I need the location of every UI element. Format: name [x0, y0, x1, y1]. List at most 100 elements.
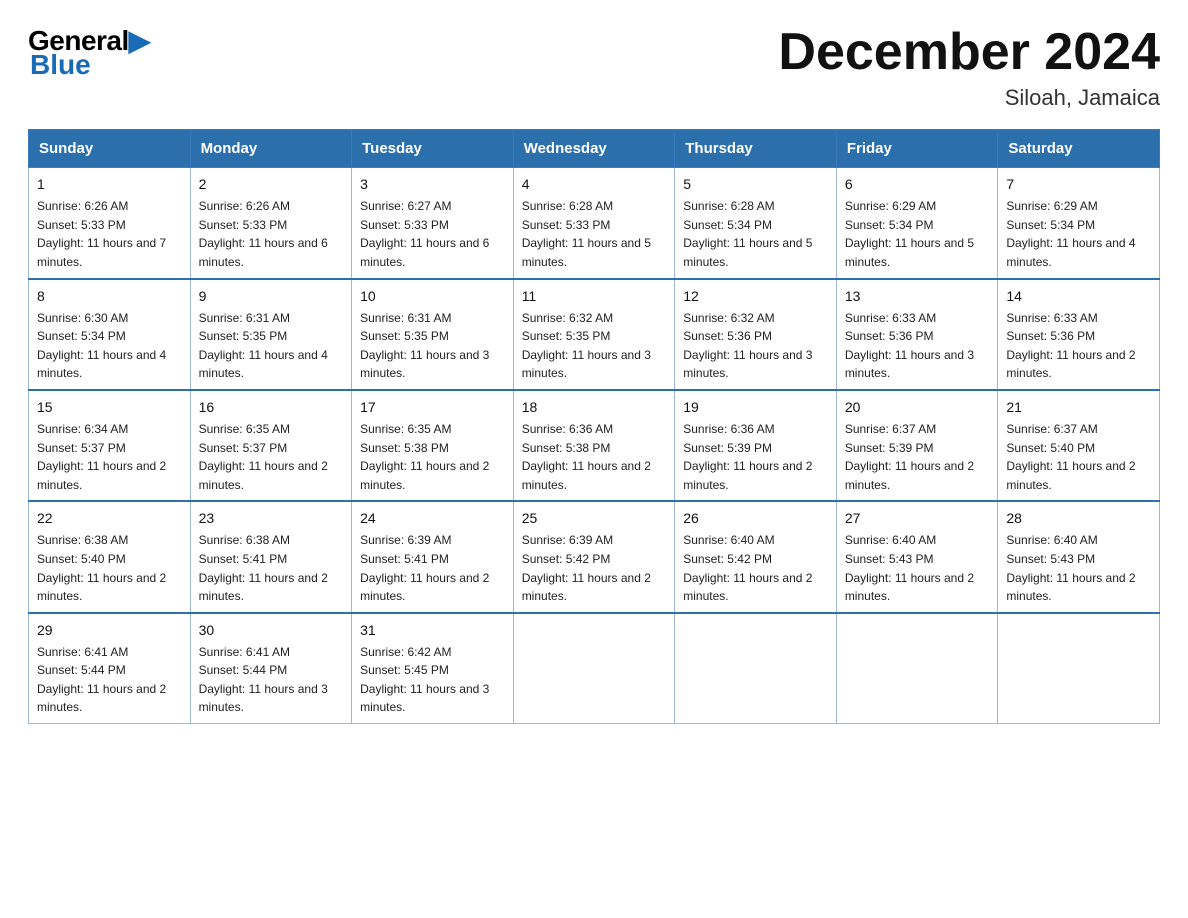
- day-number: 4: [522, 174, 667, 195]
- day-info: Sunrise: 6:37 AMSunset: 5:40 PMDaylight:…: [1006, 420, 1151, 494]
- table-row: 31Sunrise: 6:42 AMSunset: 5:45 PMDayligh…: [352, 613, 514, 724]
- title-area: December 2024 Siloah, Jamaica: [778, 24, 1160, 111]
- day-number: 7: [1006, 174, 1151, 195]
- day-info: Sunrise: 6:29 AMSunset: 5:34 PMDaylight:…: [1006, 197, 1151, 271]
- day-info: Sunrise: 6:27 AMSunset: 5:33 PMDaylight:…: [360, 197, 505, 271]
- table-row: 18Sunrise: 6:36 AMSunset: 5:38 PMDayligh…: [513, 390, 675, 501]
- table-row: 20Sunrise: 6:37 AMSunset: 5:39 PMDayligh…: [836, 390, 998, 501]
- day-info: Sunrise: 6:31 AMSunset: 5:35 PMDaylight:…: [199, 309, 344, 383]
- calendar-header-row: Sunday Monday Tuesday Wednesday Thursday…: [29, 130, 1160, 168]
- calendar-week-row: 15Sunrise: 6:34 AMSunset: 5:37 PMDayligh…: [29, 390, 1160, 501]
- day-info: Sunrise: 6:33 AMSunset: 5:36 PMDaylight:…: [845, 309, 990, 383]
- day-number: 12: [683, 286, 828, 307]
- day-number: 8: [37, 286, 182, 307]
- day-number: 27: [845, 508, 990, 529]
- day-number: 25: [522, 508, 667, 529]
- table-row: 25Sunrise: 6:39 AMSunset: 5:42 PMDayligh…: [513, 501, 675, 612]
- day-info: Sunrise: 6:41 AMSunset: 5:44 PMDaylight:…: [199, 643, 344, 717]
- day-number: 1: [37, 174, 182, 195]
- table-row: 3Sunrise: 6:27 AMSunset: 5:33 PMDaylight…: [352, 168, 514, 279]
- day-info: Sunrise: 6:40 AMSunset: 5:43 PMDaylight:…: [845, 531, 990, 605]
- col-monday: Monday: [190, 130, 352, 168]
- table-row: [675, 613, 837, 724]
- day-number: 13: [845, 286, 990, 307]
- day-number: 22: [37, 508, 182, 529]
- day-number: 2: [199, 174, 344, 195]
- day-number: 30: [199, 620, 344, 641]
- table-row: 27Sunrise: 6:40 AMSunset: 5:43 PMDayligh…: [836, 501, 998, 612]
- day-info: Sunrise: 6:40 AMSunset: 5:43 PMDaylight:…: [1006, 531, 1151, 605]
- table-row: 26Sunrise: 6:40 AMSunset: 5:42 PMDayligh…: [675, 501, 837, 612]
- table-row: 8Sunrise: 6:30 AMSunset: 5:34 PMDaylight…: [29, 279, 191, 390]
- day-number: 19: [683, 397, 828, 418]
- day-info: Sunrise: 6:39 AMSunset: 5:42 PMDaylight:…: [522, 531, 667, 605]
- table-row: [836, 613, 998, 724]
- day-info: Sunrise: 6:26 AMSunset: 5:33 PMDaylight:…: [37, 197, 182, 271]
- day-info: Sunrise: 6:36 AMSunset: 5:38 PMDaylight:…: [522, 420, 667, 494]
- calendar-title: December 2024: [778, 24, 1160, 81]
- table-row: 21Sunrise: 6:37 AMSunset: 5:40 PMDayligh…: [998, 390, 1160, 501]
- table-row: 11Sunrise: 6:32 AMSunset: 5:35 PMDayligh…: [513, 279, 675, 390]
- table-row: 12Sunrise: 6:32 AMSunset: 5:36 PMDayligh…: [675, 279, 837, 390]
- table-row: 28Sunrise: 6:40 AMSunset: 5:43 PMDayligh…: [998, 501, 1160, 612]
- day-number: 18: [522, 397, 667, 418]
- day-number: 5: [683, 174, 828, 195]
- day-number: 6: [845, 174, 990, 195]
- day-info: Sunrise: 6:39 AMSunset: 5:41 PMDaylight:…: [360, 531, 505, 605]
- header: General ▶ Blue December 2024 Siloah, Jam…: [28, 24, 1160, 111]
- day-info: Sunrise: 6:29 AMSunset: 5:34 PMDaylight:…: [845, 197, 990, 271]
- day-number: 15: [37, 397, 182, 418]
- day-info: Sunrise: 6:32 AMSunset: 5:36 PMDaylight:…: [683, 309, 828, 383]
- table-row: 30Sunrise: 6:41 AMSunset: 5:44 PMDayligh…: [190, 613, 352, 724]
- day-number: 17: [360, 397, 505, 418]
- table-row: 29Sunrise: 6:41 AMSunset: 5:44 PMDayligh…: [29, 613, 191, 724]
- day-number: 21: [1006, 397, 1151, 418]
- table-row: 23Sunrise: 6:38 AMSunset: 5:41 PMDayligh…: [190, 501, 352, 612]
- calendar-week-row: 1Sunrise: 6:26 AMSunset: 5:33 PMDaylight…: [29, 168, 1160, 279]
- day-number: 9: [199, 286, 344, 307]
- table-row: 7Sunrise: 6:29 AMSunset: 5:34 PMDaylight…: [998, 168, 1160, 279]
- calendar-subtitle: Siloah, Jamaica: [778, 85, 1160, 111]
- day-info: Sunrise: 6:30 AMSunset: 5:34 PMDaylight:…: [37, 309, 182, 383]
- table-row: 4Sunrise: 6:28 AMSunset: 5:33 PMDaylight…: [513, 168, 675, 279]
- day-number: 14: [1006, 286, 1151, 307]
- day-number: 20: [845, 397, 990, 418]
- calendar-week-row: 8Sunrise: 6:30 AMSunset: 5:34 PMDaylight…: [29, 279, 1160, 390]
- day-number: 11: [522, 286, 667, 307]
- logo-sub-text: Blue: [30, 49, 91, 81]
- day-info: Sunrise: 6:33 AMSunset: 5:36 PMDaylight:…: [1006, 309, 1151, 383]
- table-row: 1Sunrise: 6:26 AMSunset: 5:33 PMDaylight…: [29, 168, 191, 279]
- day-info: Sunrise: 6:36 AMSunset: 5:39 PMDaylight:…: [683, 420, 828, 494]
- col-sunday: Sunday: [29, 130, 191, 168]
- day-number: 10: [360, 286, 505, 307]
- day-number: 29: [37, 620, 182, 641]
- day-info: Sunrise: 6:31 AMSunset: 5:35 PMDaylight:…: [360, 309, 505, 383]
- col-friday: Friday: [836, 130, 998, 168]
- day-number: 26: [683, 508, 828, 529]
- day-info: Sunrise: 6:41 AMSunset: 5:44 PMDaylight:…: [37, 643, 182, 717]
- day-info: Sunrise: 6:37 AMSunset: 5:39 PMDaylight:…: [845, 420, 990, 494]
- col-wednesday: Wednesday: [513, 130, 675, 168]
- day-info: Sunrise: 6:28 AMSunset: 5:33 PMDaylight:…: [522, 197, 667, 271]
- table-row: 24Sunrise: 6:39 AMSunset: 5:41 PMDayligh…: [352, 501, 514, 612]
- table-row: [513, 613, 675, 724]
- day-info: Sunrise: 6:34 AMSunset: 5:37 PMDaylight:…: [37, 420, 182, 494]
- table-row: 22Sunrise: 6:38 AMSunset: 5:40 PMDayligh…: [29, 501, 191, 612]
- table-row: 19Sunrise: 6:36 AMSunset: 5:39 PMDayligh…: [675, 390, 837, 501]
- table-row: 2Sunrise: 6:26 AMSunset: 5:33 PMDaylight…: [190, 168, 352, 279]
- day-info: Sunrise: 6:38 AMSunset: 5:40 PMDaylight:…: [37, 531, 182, 605]
- table-row: 15Sunrise: 6:34 AMSunset: 5:37 PMDayligh…: [29, 390, 191, 501]
- calendar-table: Sunday Monday Tuesday Wednesday Thursday…: [28, 129, 1160, 724]
- day-number: 23: [199, 508, 344, 529]
- calendar-week-row: 29Sunrise: 6:41 AMSunset: 5:44 PMDayligh…: [29, 613, 1160, 724]
- day-number: 24: [360, 508, 505, 529]
- calendar-week-row: 22Sunrise: 6:38 AMSunset: 5:40 PMDayligh…: [29, 501, 1160, 612]
- col-saturday: Saturday: [998, 130, 1160, 168]
- day-info: Sunrise: 6:32 AMSunset: 5:35 PMDaylight:…: [522, 309, 667, 383]
- logo: General ▶ Blue: [28, 24, 150, 81]
- table-row: 13Sunrise: 6:33 AMSunset: 5:36 PMDayligh…: [836, 279, 998, 390]
- day-number: 28: [1006, 508, 1151, 529]
- day-info: Sunrise: 6:42 AMSunset: 5:45 PMDaylight:…: [360, 643, 505, 717]
- table-row: 17Sunrise: 6:35 AMSunset: 5:38 PMDayligh…: [352, 390, 514, 501]
- day-info: Sunrise: 6:38 AMSunset: 5:41 PMDaylight:…: [199, 531, 344, 605]
